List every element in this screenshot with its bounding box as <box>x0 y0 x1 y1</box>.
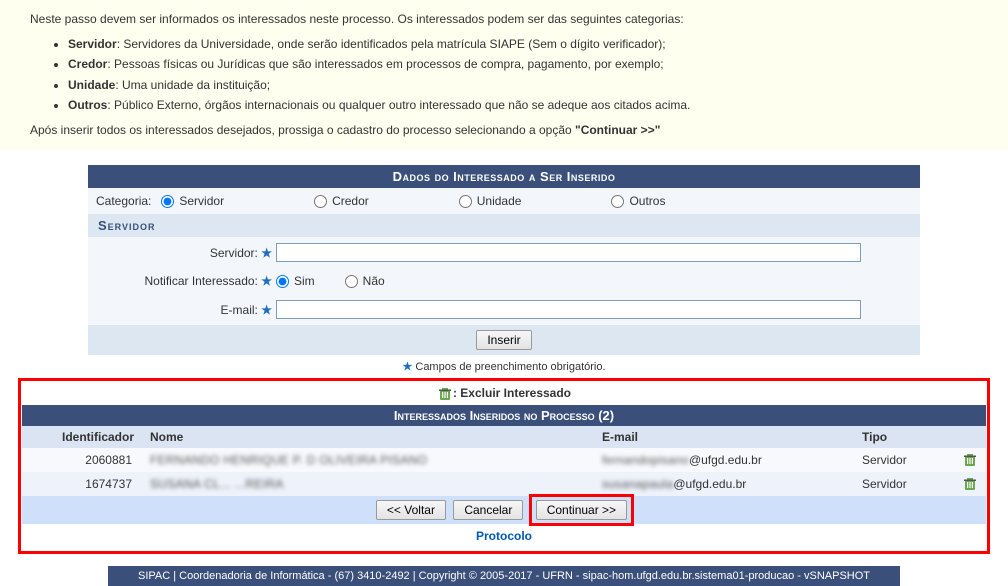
form-title: Dados do Interessado a Ser Inserido <box>88 165 920 188</box>
cell-id: 1674737 <box>22 472 142 496</box>
inserir-button[interactable]: Inserir <box>476 330 531 350</box>
col-email: E-mail <box>594 426 854 448</box>
categoria-row: Categoria: Servidor Credor Unidade Outro… <box>88 188 920 214</box>
col-tipo: Tipo <box>854 426 954 448</box>
trash-icon <box>437 386 453 402</box>
categoria-credor[interactable]: Credor <box>314 194 369 208</box>
cancelar-button[interactable]: Cancelar <box>453 500 523 520</box>
delete-row-button[interactable] <box>954 472 986 496</box>
categoria-servidor[interactable]: Servidor <box>161 194 224 208</box>
form-panel: Dados do Interessado a Ser Inserido Cate… <box>88 165 920 355</box>
info-item: Servidor: Servidores da Universidade, on… <box>68 35 978 54</box>
action-row: << Voltar Cancelar Continuar >> <box>22 496 986 524</box>
interessados-table: Interessados Inseridos no Processo (2) I… <box>22 405 986 524</box>
servidor-input[interactable] <box>276 243 861 262</box>
col-id: Identificador <box>22 426 142 448</box>
notificar-sim[interactable]: Sim <box>276 274 315 288</box>
info-item: Unidade: Uma unidade da instituição; <box>68 76 978 95</box>
servidor-label: Servidor: ★ <box>96 246 276 260</box>
list-header: Interessados Inseridos no Processo (2) <box>22 405 986 426</box>
footer: SIPAC | Coordenadoria de Informática - (… <box>108 566 900 586</box>
info-item: Credor: Pessoas físicas ou Jurídicas que… <box>68 55 978 74</box>
cell-email: susanapaula@ufgd.edu.br <box>594 472 854 496</box>
cell-tipo: Servidor <box>854 472 954 496</box>
mandatory-note: ★ Campos de preenchimento obrigatório. <box>88 355 920 378</box>
protocolo-link-row: Protocolo <box>22 524 986 548</box>
info-list: Servidor: Servidores da Universidade, on… <box>68 35 978 115</box>
excluir-legend: : Excluir Interessado <box>22 383 986 405</box>
cell-nome: SUSANA CL... ...REIRA <box>142 472 594 496</box>
cell-email: fernandopisano@ufgd.edu.br <box>594 448 854 472</box>
email-input[interactable] <box>276 300 861 319</box>
voltar-button[interactable]: << Voltar <box>376 500 446 520</box>
cell-tipo: Servidor <box>854 448 954 472</box>
trash-icon <box>962 476 978 492</box>
servidor-subheader: Servidor <box>88 214 920 237</box>
protocolo-link[interactable]: Protocolo <box>476 529 532 543</box>
cell-nome: FERNANDO HENRIQUE P. D OLIVEIRA PISANO <box>142 448 594 472</box>
notificar-nao[interactable]: Não <box>345 274 385 288</box>
delete-row-button[interactable] <box>954 448 986 472</box>
table-row: 1674737 SUSANA CL... ...REIRA susanapaul… <box>22 472 986 496</box>
categoria-outros[interactable]: Outros <box>611 194 665 208</box>
info-item: Outros: Público Externo, órgãos internac… <box>68 96 978 115</box>
info-intro: Neste passo devem ser informados os inte… <box>30 10 978 29</box>
info-after: Após inserir todos os interessados desej… <box>30 121 978 140</box>
cell-id: 2060881 <box>22 448 142 472</box>
categoria-unidade[interactable]: Unidade <box>459 194 522 208</box>
col-nome: Nome <box>142 426 594 448</box>
continue-highlight: Continuar >> <box>529 494 634 526</box>
trash-icon <box>962 452 978 468</box>
email-label: E-mail: ★ <box>96 303 276 317</box>
continuar-button[interactable]: Continuar >> <box>536 500 627 520</box>
categoria-label: Categoria: <box>96 194 155 208</box>
notificar-label: Notificar Interessado: ★ <box>96 274 276 288</box>
highlight-region: : Excluir Interessado Interessados Inser… <box>18 378 990 554</box>
info-panel: Neste passo devem ser informados os inte… <box>0 0 1008 150</box>
table-row: 2060881 FERNANDO HENRIQUE P. D OLIVEIRA … <box>22 448 986 472</box>
